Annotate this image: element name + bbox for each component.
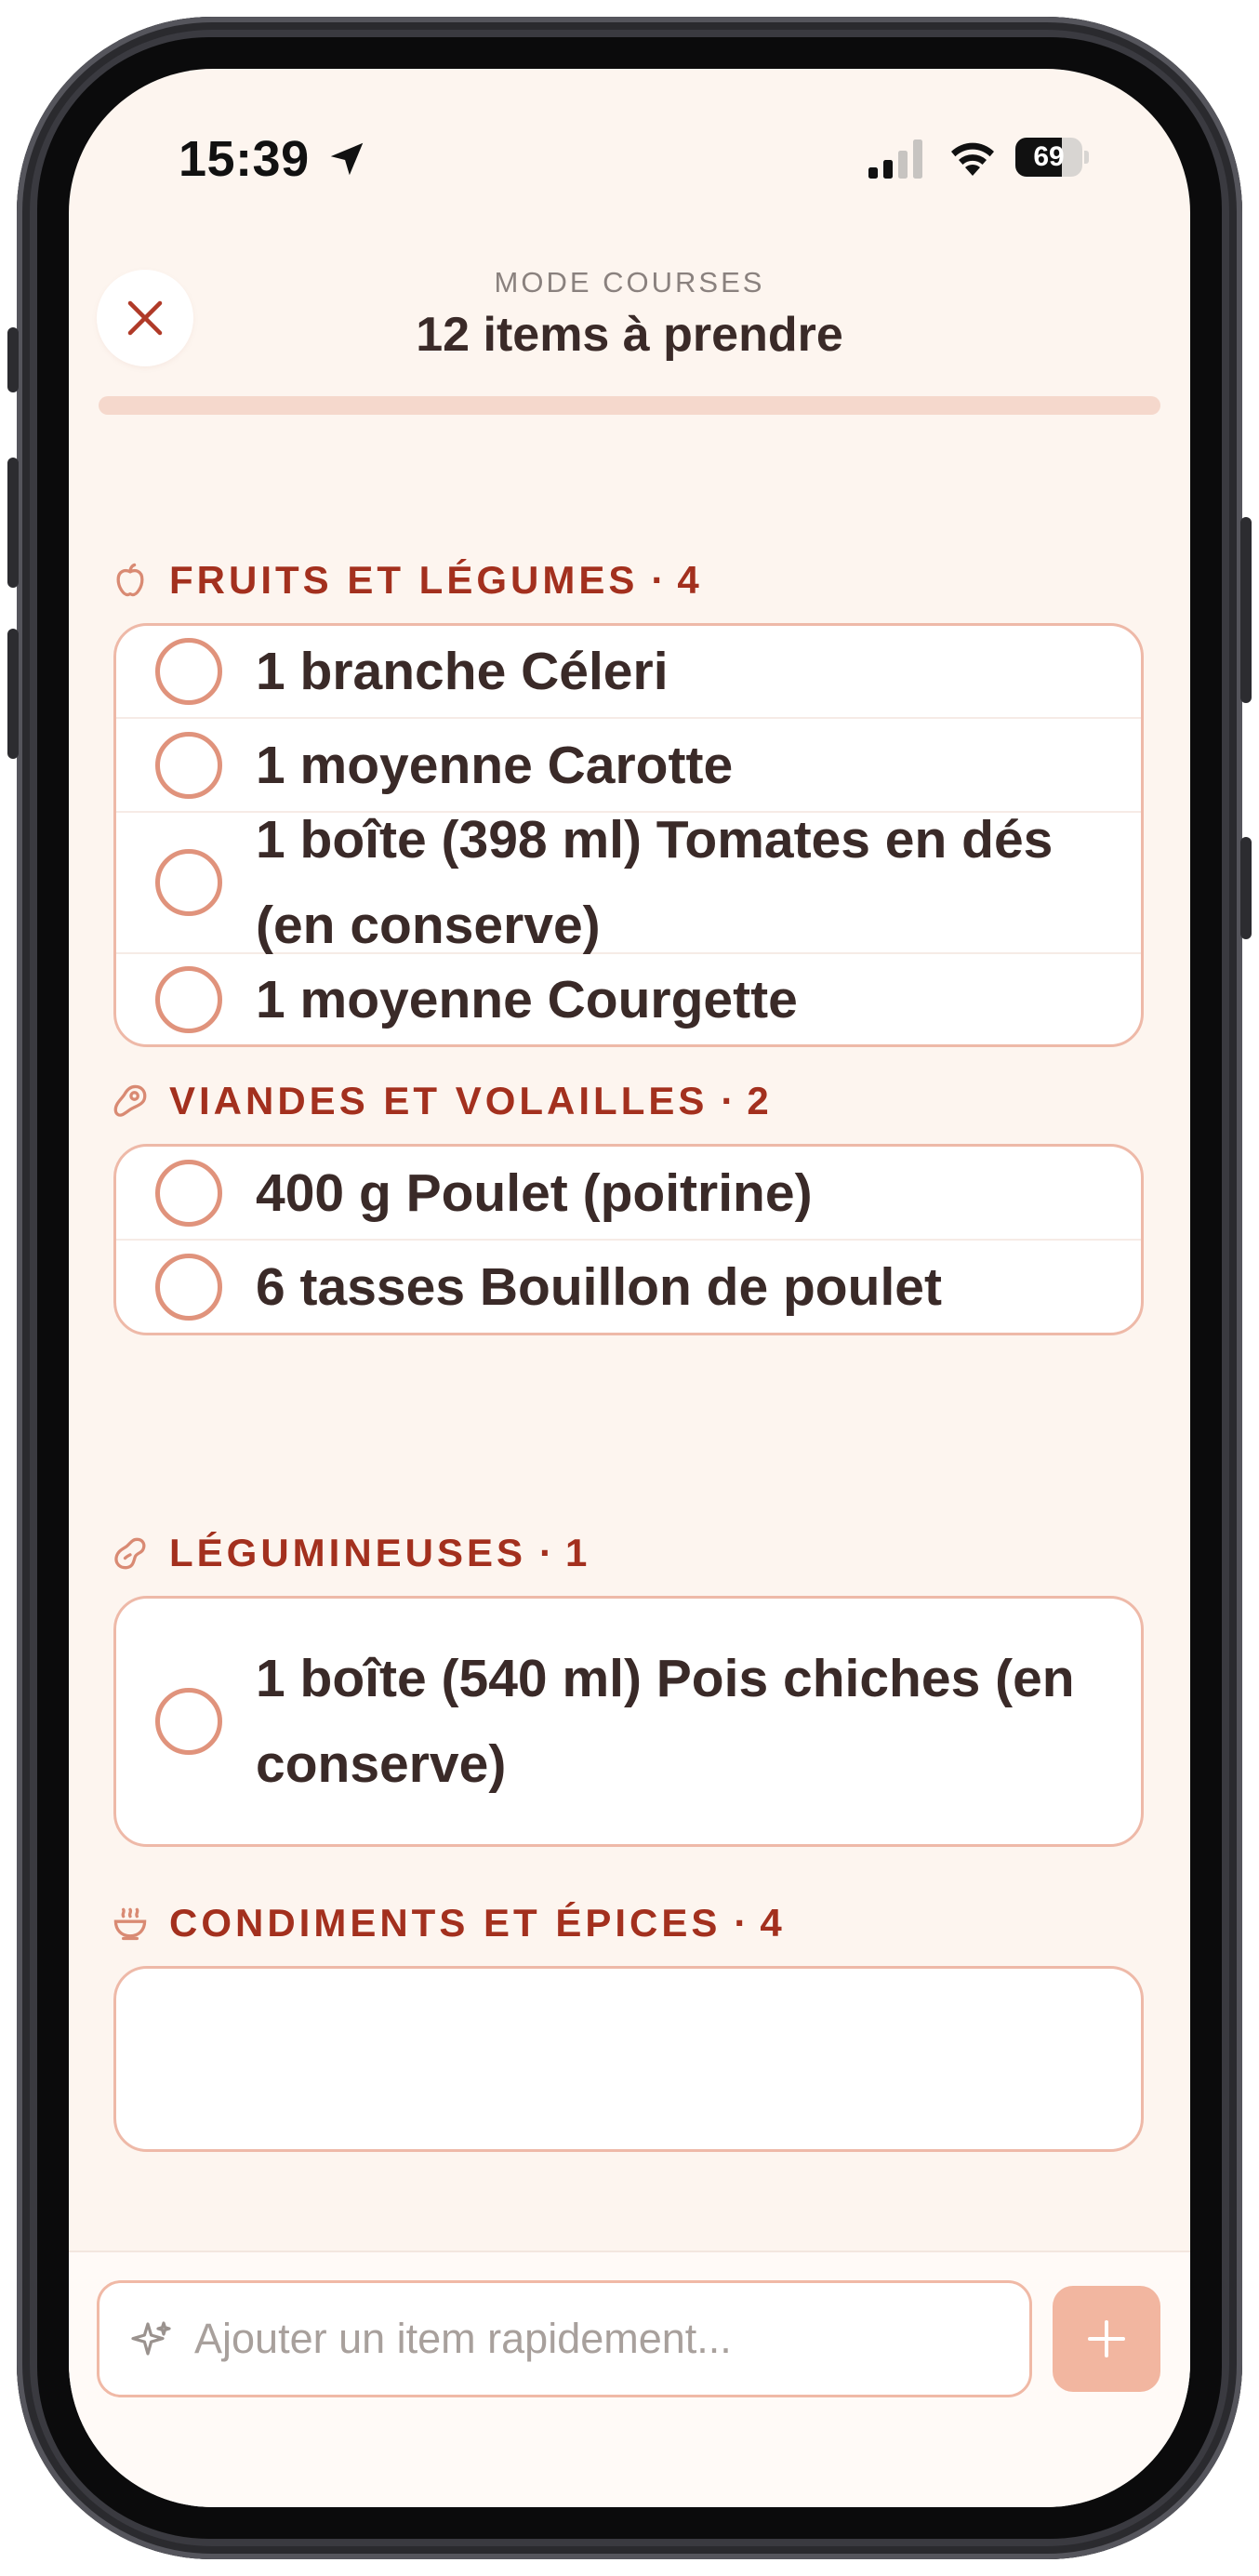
item-label: 400 g Poulet (poitrine) <box>256 1162 813 1223</box>
quick-add-input[interactable]: Ajouter un item rapidement... <box>97 2280 1032 2397</box>
section-card-viandes-volailles: 400 g Poulet (poitrine) 6 tasses Bouillo… <box>113 1144 1144 1335</box>
progress-bar <box>99 396 1160 415</box>
shopping-list[interactable]: FRUITS ET LÉGUMES · 4 1 branche Céleri 1… <box>69 422 1190 2254</box>
section-heading-fruits-legumes: FRUITS ET LÉGUMES · 4 <box>110 552 699 608</box>
page-title: 12 items à prendre <box>416 308 843 362</box>
section-title: FRUITS ET LÉGUMES <box>169 558 639 602</box>
section-heading-condiments-epices: CONDIMENTS ET ÉPICES · 4 <box>110 1895 782 1951</box>
status-bar: 15:39 69 <box>69 69 1190 255</box>
checkbox[interactable] <box>155 1688 222 1755</box>
checkbox[interactable] <box>155 638 222 705</box>
item-label: 1 boîte (398 ml) Tomates en dés (en cons… <box>256 810 1054 955</box>
checkbox[interactable] <box>155 849 222 916</box>
location-arrow-icon <box>330 142 364 176</box>
battery-icon: 69 <box>1015 138 1089 177</box>
volume-down-button <box>7 629 19 759</box>
volume-up-button <box>7 458 19 588</box>
checkbox[interactable] <box>155 965 222 1033</box>
list-item[interactable]: 1 boîte (540 ml) Pois chiches (en conser… <box>116 1599 1141 1844</box>
quick-add-bar: Ajouter un item rapidement... <box>69 2251 1190 2507</box>
app-screen: 15:39 69 MODE COURSES 1 2 items à prendre… <box>69 69 1190 2507</box>
section-count: 2 <box>747 1079 769 1122</box>
item-label: 6 tasses Bouillon de poulet <box>256 1256 942 1317</box>
item-label: 1 moyenne Carotte <box>256 735 734 795</box>
list-item[interactable]: 6 tasses Bouillon de poulet <box>116 1241 1141 1333</box>
checkbox[interactable] <box>155 1253 222 1321</box>
list-item[interactable]: 1 boîte (398 ml) Tomates en dés (en cons… <box>116 810 1141 955</box>
bowl-icon <box>113 1907 147 1941</box>
camera-control-button <box>1240 837 1252 939</box>
bean-icon <box>114 1537 146 1570</box>
section-card-fruits-legumes: 1 branche Céleri 1 moyenne Carotte 1 boî… <box>113 623 1144 1047</box>
quick-add-placeholder: Ajouter un item rapidement... <box>194 2315 732 2362</box>
section-count: 1 <box>565 1531 588 1574</box>
apple-icon <box>116 563 144 597</box>
power-button <box>1240 517 1252 703</box>
item-label: 1 moyenne Courgette <box>256 969 798 1029</box>
item-label: 1 boîte (540 ml) Pois chiches (en conser… <box>256 1649 1075 1794</box>
section-count: 4 <box>760 1901 782 1945</box>
add-item-button[interactable] <box>1053 2286 1160 2392</box>
header-kicker: MODE COURSES <box>494 266 765 299</box>
list-item[interactable]: 1 branche Céleri <box>116 626 1141 719</box>
action-button <box>7 327 19 392</box>
wifi-icon <box>951 142 994 176</box>
section-card-legumineuses: 1 boîte (540 ml) Pois chiches (en conser… <box>113 1596 1144 1847</box>
section-count: 4 <box>677 558 699 602</box>
section-title: VIANDES ET VOLAILLES <box>169 1079 709 1122</box>
section-card-condiments-epices <box>113 1966 1144 2152</box>
plus-icon <box>1088 2320 1125 2357</box>
meat-icon <box>113 1084 147 1117</box>
section-separator: · <box>734 1901 748 1945</box>
status-time: 15:39 <box>179 131 310 187</box>
list-item[interactable]: 1 moyenne Courgette <box>116 954 1141 1044</box>
checkbox[interactable] <box>155 1159 222 1227</box>
signal-icon <box>868 139 922 179</box>
section-separator: · <box>651 558 665 602</box>
section-separator: · <box>721 1079 735 1122</box>
section-heading-viandes-volailles: VIANDES ET VOLAILLES · 2 <box>110 1073 769 1129</box>
section-separator: · <box>539 1531 553 1574</box>
battery-percent: 69 <box>1033 141 1065 172</box>
checkbox[interactable] <box>155 731 222 799</box>
list-item[interactable]: 400 g Poulet (poitrine) <box>116 1147 1141 1241</box>
sparkle-icon <box>131 2321 171 2356</box>
section-title: CONDIMENTS ET ÉPICES <box>169 1901 722 1945</box>
section-heading-legumineuses: LÉGUMINEUSES · 1 <box>110 1525 587 1581</box>
section-title: LÉGUMINEUSES <box>169 1531 527 1574</box>
item-label: 1 branche Céleri <box>256 642 669 701</box>
